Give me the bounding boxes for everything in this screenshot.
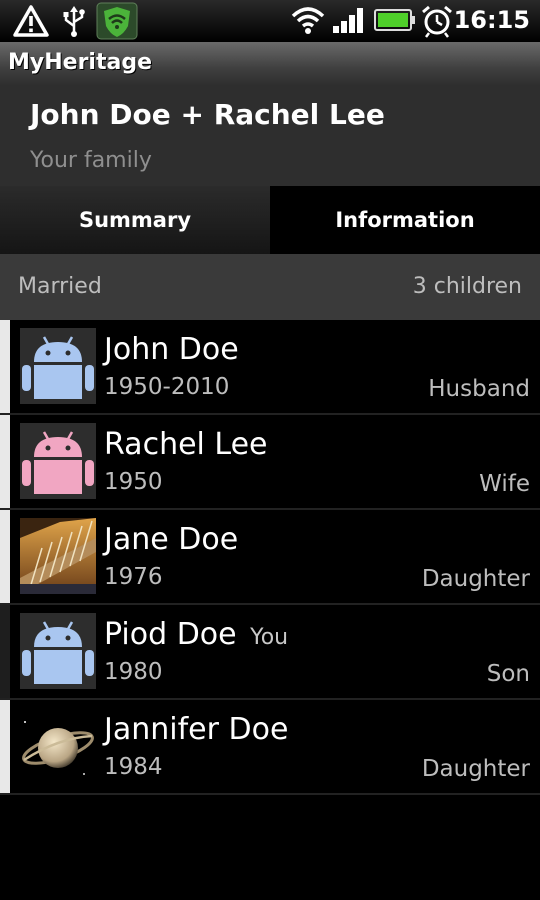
status-bar: 16:15 bbox=[0, 0, 540, 42]
member-name-text: Piod Doe bbox=[104, 617, 237, 652]
wifi-icon bbox=[290, 4, 326, 40]
marital-status: Married bbox=[18, 274, 102, 299]
list-item[interactable]: John Doe 1950-2010 Husband bbox=[0, 320, 540, 415]
tab-bar: Summary Information bbox=[0, 186, 540, 254]
family-summary-strip: Married 3 children bbox=[0, 254, 540, 320]
warning-icon bbox=[12, 4, 50, 42]
member-role: Daughter bbox=[421, 566, 530, 592]
member-name: Rachel Lee bbox=[104, 427, 268, 462]
you-tag: You bbox=[250, 625, 289, 650]
member-name: John Doe bbox=[104, 332, 239, 367]
family-members-list: John Doe 1950-2010 Husband Rachel Lee 19… bbox=[0, 320, 540, 795]
family-name: John Doe + Rachel Lee bbox=[30, 98, 385, 131]
member-name: Jannifer Doe bbox=[104, 712, 289, 747]
saturn-photo-avatar bbox=[20, 708, 96, 784]
row-edge-marker bbox=[0, 605, 10, 698]
battery-icon bbox=[374, 8, 416, 36]
lookout-shield-icon bbox=[96, 2, 138, 44]
member-years: 1950 bbox=[104, 469, 163, 495]
member-years: 1976 bbox=[104, 564, 163, 590]
list-item[interactable]: Piod Doe You 1980 Son bbox=[0, 605, 540, 700]
usb-icon bbox=[60, 4, 88, 42]
android-pink-avatar bbox=[20, 423, 96, 499]
row-edge-marker bbox=[0, 700, 10, 793]
member-years: 1984 bbox=[104, 754, 163, 780]
member-role: Son bbox=[486, 661, 530, 687]
alarm-icon bbox=[420, 4, 454, 42]
app-title: MyHeritage bbox=[8, 50, 152, 75]
member-years: 1950-2010 bbox=[104, 374, 230, 400]
title-bar: MyHeritage bbox=[0, 42, 540, 87]
row-edge-marker bbox=[0, 415, 10, 508]
member-name: Jane Doe bbox=[104, 522, 239, 557]
tab-information[interactable]: Information bbox=[270, 186, 540, 254]
member-role: Daughter bbox=[421, 756, 530, 782]
tab-summary[interactable]: Summary bbox=[0, 186, 270, 254]
family-header: John Doe + Rachel Lee Your family bbox=[0, 86, 540, 186]
list-item[interactable]: Jannifer Doe 1984 Daughter bbox=[0, 700, 540, 795]
family-subtitle: Your family bbox=[30, 148, 152, 173]
signal-icon bbox=[332, 6, 368, 38]
android-blue-avatar bbox=[20, 328, 96, 404]
android-blue-avatar bbox=[20, 613, 96, 689]
member-role: Wife bbox=[479, 471, 530, 497]
architecture-photo-avatar bbox=[20, 518, 96, 594]
member-role: Husband bbox=[428, 376, 530, 402]
row-edge-marker bbox=[0, 510, 10, 603]
member-name: Piod Doe You bbox=[104, 617, 288, 652]
member-years: 1980 bbox=[104, 659, 163, 685]
status-time: 16:15 bbox=[453, 6, 530, 34]
list-item[interactable]: Rachel Lee 1950 Wife bbox=[0, 415, 540, 510]
list-item[interactable]: Jane Doe 1976 Daughter bbox=[0, 510, 540, 605]
children-count: 3 children bbox=[412, 274, 522, 299]
row-edge-marker bbox=[0, 320, 10, 413]
